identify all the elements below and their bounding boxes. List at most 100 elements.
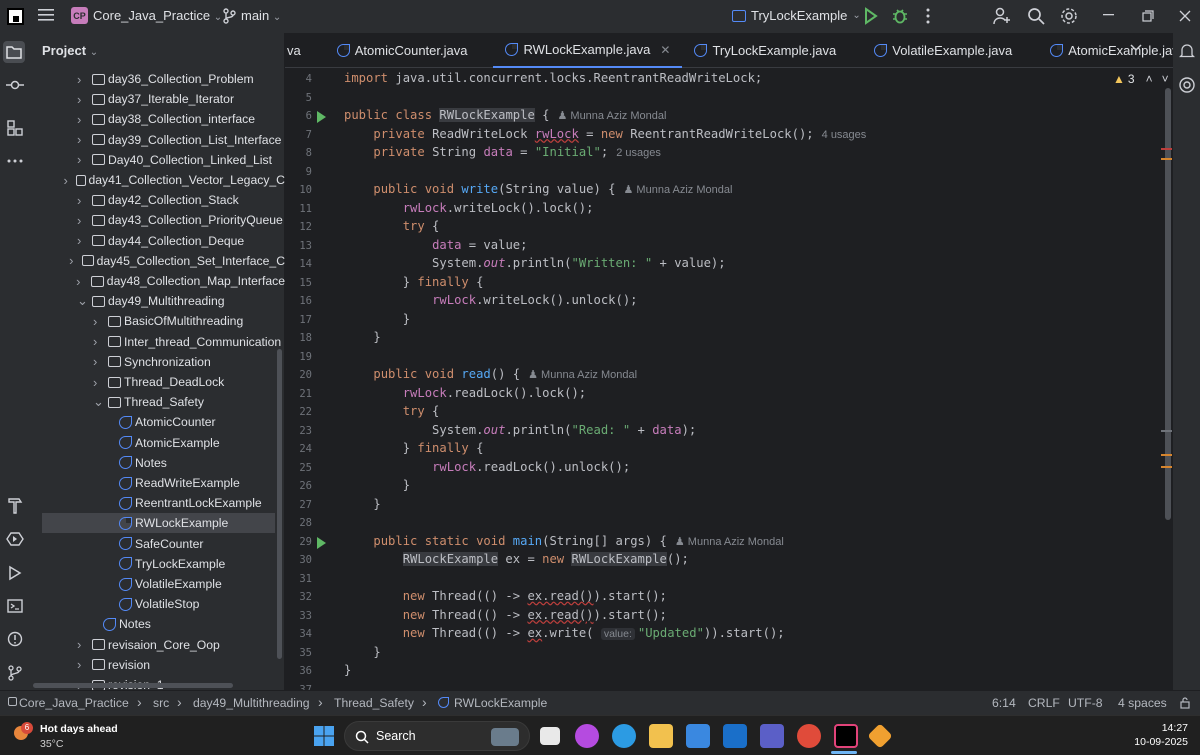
file-explorer-icon[interactable]	[649, 724, 673, 748]
commit-icon[interactable]	[5, 75, 24, 94]
more-options-icon[interactable]	[922, 7, 934, 25]
warning-marker[interactable]	[1161, 454, 1172, 456]
tree-folder[interactable]: › day44_Collection_Deque	[29, 231, 285, 251]
tree-folder[interactable]: › revision	[29, 655, 285, 675]
code-line[interactable]: rwLock.writeLock().unlock();	[344, 293, 637, 307]
chevron-down-icon[interactable]: ⌄	[77, 293, 88, 309]
code-line[interactable]: new Thread(() -> ex.write( value: "Update…	[344, 626, 785, 640]
tab-active[interactable]: RWLockExample.java ✕	[493, 33, 683, 68]
task-view-icon[interactable]	[540, 727, 560, 745]
tree-file[interactable]: VolatileStop	[29, 594, 285, 614]
chevron-right-icon[interactable]: ›	[63, 173, 70, 188]
intellij-taskbar-icon[interactable]	[834, 724, 858, 748]
code-line[interactable]: }	[344, 497, 380, 511]
code-line[interactable]: try {	[344, 219, 440, 233]
git-client-icon[interactable]	[867, 723, 893, 749]
project-badge[interactable]: CP	[71, 7, 88, 24]
code-line[interactable]: } finally {	[344, 275, 484, 289]
branch-selector[interactable]: main ⌄	[241, 8, 281, 23]
code-line[interactable]: rwLock.writeLock().lock();	[344, 201, 594, 215]
restore-icon[interactable]	[1142, 10, 1154, 22]
code-line[interactable]: public static void main(String[] args) {…	[344, 534, 783, 548]
main-menu-icon[interactable]	[38, 8, 54, 22]
code-line[interactable]: rwLock.readLock().unlock();	[344, 460, 630, 474]
services-icon[interactable]	[5, 529, 24, 548]
ai-assistant-icon[interactable]	[1178, 76, 1196, 94]
tree-folder[interactable]: ⌄ Thread_Safety	[29, 392, 285, 412]
problems-icon[interactable]	[5, 629, 24, 648]
run-gutter-icon[interactable]	[317, 111, 326, 123]
tree-file[interactable]: RWLockExample	[42, 513, 275, 534]
tree-file[interactable]: AtomicExample	[29, 433, 285, 453]
info-marker[interactable]	[1161, 430, 1172, 432]
windows-start-icon[interactable]	[314, 726, 334, 746]
tree-folder[interactable]: › day43_Collection_PriorityQueue	[29, 210, 285, 230]
code-line[interactable]: RWLockExample ex = new RWLockExample();	[344, 552, 689, 566]
breadcrumb-item[interactable]: Core_Java_Practice	[19, 696, 129, 710]
more-tools-icon[interactable]	[5, 151, 24, 170]
file-encoding[interactable]: UTF-8	[1068, 696, 1103, 710]
structure-icon[interactable]	[5, 118, 24, 137]
run-config-selector[interactable]: TryLockExample ⌄	[732, 8, 861, 23]
tree-vertical-scrollbar[interactable]	[277, 349, 282, 659]
chevron-right-icon[interactable]: ›	[77, 112, 87, 127]
code-line[interactable]: private String data = "Initial"; 2 usages	[344, 145, 661, 159]
tree-file[interactable]: TryLockExample	[29, 554, 285, 574]
tree-folder[interactable]: › BasicOfMultithreading	[29, 311, 285, 331]
git-branch-icon[interactable]	[222, 8, 236, 24]
tree-file[interactable]: Notes	[29, 453, 285, 473]
project-selector[interactable]: Core_Java_Practice ⌄	[93, 8, 222, 23]
code-editor[interactable]: 4 import java.util.concurrent.locks.Reent…	[285, 68, 1173, 690]
chevron-right-icon[interactable]: ›	[77, 152, 87, 167]
tree-folder[interactable]: › day42_Collection_Stack	[29, 190, 285, 210]
copilot-icon[interactable]	[575, 724, 599, 748]
chevron-right-icon[interactable]: ›	[77, 233, 87, 248]
chevron-down-icon[interactable]: ˅	[1162, 72, 1169, 86]
intellij-logo-icon[interactable]	[7, 8, 24, 25]
chevron-right-icon[interactable]: ›	[93, 375, 103, 390]
code-line[interactable]: }	[344, 478, 410, 492]
warning-marker[interactable]	[1161, 466, 1172, 468]
tree-file[interactable]: VolatileExample	[29, 574, 285, 594]
chrome-icon[interactable]	[797, 724, 821, 748]
code-line[interactable]: private ReadWriteLock rwLock = new Reent…	[344, 127, 866, 141]
code-line[interactable]: public void read() {♟ Munna Aziz Mondal	[344, 367, 637, 381]
warning-marker[interactable]	[1161, 158, 1172, 160]
tree-horizontal-scrollbar[interactable]	[33, 683, 233, 688]
code-line[interactable]: data = value;	[344, 238, 527, 252]
tree-folder[interactable]: › day39_Collection_List_Interface	[29, 130, 285, 150]
chevron-right-icon[interactable]: ›	[93, 314, 103, 329]
breadcrumb-item[interactable]: src	[153, 696, 169, 710]
edge-browser-icon[interactable]	[612, 724, 636, 748]
run-gutter-icon[interactable]	[317, 536, 326, 549]
chevron-right-icon[interactable]: ›	[69, 253, 77, 268]
terminal-icon[interactable]	[5, 596, 24, 615]
tree-folder[interactable]: › Day40_Collection_Linked_List	[29, 150, 285, 170]
chevron-up-icon[interactable]: ˄	[1146, 72, 1153, 86]
code-line[interactable]: public void write(String value) {♟ Munna…	[344, 182, 732, 196]
chevron-right-icon[interactable]: ›	[77, 193, 87, 208]
add-user-icon[interactable]	[993, 7, 1011, 25]
tree-folder[interactable]: › day38_Collection_interface	[29, 109, 285, 129]
weather-icon[interactable]: 6	[12, 722, 33, 742]
tree-file[interactable]: ReadWriteExample	[29, 473, 285, 493]
tab[interactable]: AtomicCounter.java	[325, 33, 494, 68]
tree-folder[interactable]: › day37_Iterable_Iterator	[29, 89, 285, 109]
chevron-down-icon[interactable]	[1130, 44, 1142, 52]
indent-setting[interactable]: 4 spaces	[1118, 696, 1167, 710]
code-line[interactable]: }	[344, 645, 380, 659]
code-line[interactable]: System.out.println("Read: " + data);	[344, 423, 696, 437]
chevron-down-icon[interactable]: ⌄	[93, 394, 104, 410]
build-hammer-icon[interactable]	[5, 495, 24, 514]
tree-file[interactable]: SafeCounter	[29, 534, 285, 554]
outlook-icon[interactable]	[723, 724, 747, 748]
project-tool-icon[interactable]	[3, 41, 25, 63]
caret-position[interactable]: 6:14	[992, 696, 1016, 710]
teams-icon[interactable]	[760, 724, 784, 748]
tree-folder[interactable]: › day45_Collection_Set_Interface_C	[29, 251, 285, 271]
tree-folder[interactable]: › day48_Collection_Map_Interface	[29, 271, 285, 291]
warnings-indicator[interactable]: ▲ 3 ˄ ˅	[1113, 72, 1169, 86]
code-line[interactable]: } finally {	[344, 441, 484, 455]
close-icon[interactable]	[1179, 10, 1191, 22]
tree-folder[interactable]: › Inter_thread_Communication	[29, 332, 285, 352]
